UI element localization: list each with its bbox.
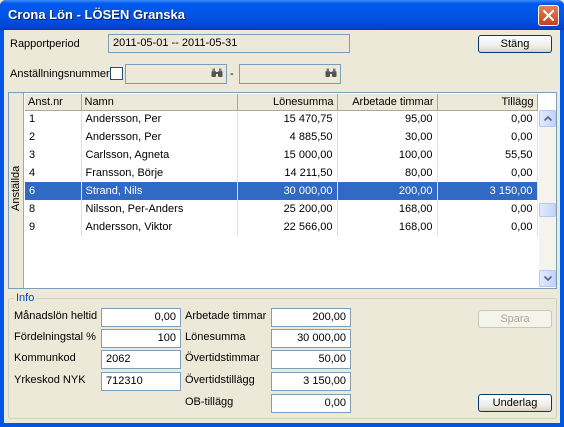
chevron-down-icon xyxy=(543,276,552,281)
table-cell: 9 xyxy=(25,218,82,236)
salary-sum-field[interactable]: 30 000,00 xyxy=(271,329,351,348)
period-field: 2011-05-01 -- 2011-05-31 xyxy=(108,34,350,53)
occupation-code-field[interactable]: 712310 xyxy=(101,372,181,391)
period-label: Rapportperiod xyxy=(10,38,80,50)
table-row[interactable]: 2 Andersson, Per 4 885,50 30,00 0,00 xyxy=(25,128,538,146)
ob-supplement-label: OB-tillägg xyxy=(185,396,234,408)
table-cell: 14 211,50 xyxy=(237,164,338,182)
employee-to-field[interactable] xyxy=(239,64,341,84)
employee-range-checkbox[interactable] xyxy=(110,67,123,80)
table-cell: 8 xyxy=(25,200,82,218)
monthly-salary-label: Månadslön heltid xyxy=(14,310,98,322)
info-group-title: Info xyxy=(14,292,37,304)
table-cell: 168,00 xyxy=(337,200,438,218)
distribution-field[interactable]: 100 xyxy=(101,329,181,348)
employee-grid[interactable]: Anställda Anst.nr Namn Lönesumma Arbetad… xyxy=(8,92,557,289)
table-cell: 0,00 xyxy=(437,164,538,182)
occupation-code-label: Yrkeskod NYK xyxy=(14,374,86,386)
table-cell: 200,00 xyxy=(337,182,438,200)
table-cell: 95,00 xyxy=(337,110,438,128)
table-cell: Fransson, Börje xyxy=(81,164,238,182)
table-cell: 168,00 xyxy=(337,218,438,236)
binoculars-icon[interactable] xyxy=(325,68,337,78)
window: Crona Lön - LÖSEN Granska Rapportperiod … xyxy=(0,0,564,427)
table-cell: 0,00 xyxy=(437,128,538,146)
table-cell: 25 200,00 xyxy=(237,200,338,218)
overtime-supplement-field[interactable]: 3 150,00 xyxy=(271,372,351,391)
table-cell: Strand, Nils xyxy=(81,182,238,200)
worked-hours-label: Arbetade timmar xyxy=(185,310,267,322)
table-cell: 3 150,00 xyxy=(437,182,538,200)
grid-side-header: Anställda xyxy=(9,93,24,288)
table-cell: 6 xyxy=(25,182,82,200)
table-cell: 55,50 xyxy=(437,146,538,164)
municipality-code-label: Kommunkod xyxy=(14,352,76,364)
table-cell: 0,00 xyxy=(437,218,538,236)
table-cell: 0,00 xyxy=(437,200,538,218)
table-row[interactable]: 1 Andersson, Per 15 470,75 95,00 0,00 xyxy=(25,110,538,128)
table-cell: 0,00 xyxy=(437,110,538,128)
table-cell: 4 885,50 xyxy=(237,128,338,146)
table-header-row: Anst.nr Namn Lönesumma Arbetade timmar T… xyxy=(25,94,538,111)
table-cell: 30,00 xyxy=(337,128,438,146)
scroll-up-button[interactable] xyxy=(539,110,556,127)
column-header-supplement[interactable]: Tillägg xyxy=(437,94,538,111)
employees-side-label: Anställda xyxy=(10,165,22,211)
table-row[interactable]: 4 Fransson, Börje 14 211,50 80,00 0,00 xyxy=(25,164,538,182)
table-cell: Nilsson, Per-Anders xyxy=(81,200,238,218)
monthly-salary-field[interactable]: 0,00 xyxy=(101,308,181,327)
close-window-button[interactable] xyxy=(538,5,559,26)
window-title: Crona Lön - LÖSEN Granska xyxy=(8,7,185,22)
table-cell: Carlsson, Agneta xyxy=(81,146,238,164)
close-button[interactable]: Stäng xyxy=(478,35,552,53)
employee-table: Anst.nr Namn Lönesumma Arbetade timmar T… xyxy=(25,94,538,236)
table-cell: 22 566,00 xyxy=(237,218,338,236)
municipality-code-field[interactable]: 2062 xyxy=(101,350,181,369)
table-cell: 1 xyxy=(25,110,82,128)
employee-from-field[interactable] xyxy=(125,64,227,84)
column-header-employee-nr[interactable]: Anst.nr xyxy=(25,94,82,111)
table-cell: 3 xyxy=(25,146,82,164)
scroll-thumb[interactable] xyxy=(539,203,556,217)
salary-sum-label: Lönesumma xyxy=(185,331,246,343)
table-cell: Andersson, Per xyxy=(81,110,238,128)
worked-hours-field[interactable]: 200,00 xyxy=(271,308,351,327)
client-area: Rapportperiod 2011-05-01 -- 2011-05-31 S… xyxy=(4,30,560,423)
grid-vertical-scrollbar[interactable] xyxy=(539,110,556,287)
table-cell: 2 xyxy=(25,128,82,146)
distribution-label: Fördelningstal % xyxy=(14,331,96,343)
range-separator: - xyxy=(230,68,234,80)
overtime-hours-field[interactable]: 50,00 xyxy=(271,350,351,369)
scroll-down-button[interactable] xyxy=(539,270,556,287)
table-cell: 100,00 xyxy=(337,146,438,164)
table-cell: 80,00 xyxy=(337,164,438,182)
table-cell: Andersson, Per xyxy=(81,128,238,146)
table-cell: 30 000,00 xyxy=(237,182,338,200)
table-row[interactable]: 8 Nilsson, Per-Anders 25 200,00 168,00 0,00 xyxy=(25,200,538,218)
employee-number-label: Anställningsnummer xyxy=(10,68,110,80)
binoculars-icon[interactable] xyxy=(211,68,223,78)
column-header-salary-sum[interactable]: Lönesumma xyxy=(237,94,338,111)
table-row[interactable]: 3 Carlsson, Agneta 15 000,00 100,00 55,50 xyxy=(25,146,538,164)
chevron-up-icon xyxy=(543,116,552,121)
table-row[interactable]: 9 Andersson, Viktor 22 566,00 168,00 0,00 xyxy=(25,218,538,236)
overtime-hours-label: Övertidstimmar xyxy=(185,352,260,364)
table-cell: 4 xyxy=(25,164,82,182)
ob-supplement-field[interactable]: 0,00 xyxy=(271,394,351,413)
table-row[interactable]: 6 Strand, Nils 30 000,00 200,00 3 150,00 xyxy=(25,182,538,200)
column-header-worked-hours[interactable]: Arbetade timmar xyxy=(337,94,438,111)
column-header-name[interactable]: Namn xyxy=(81,94,238,111)
overtime-supplement-label: Övertidstillägg xyxy=(185,374,255,386)
close-icon xyxy=(543,10,554,21)
table-cell: 15 470,75 xyxy=(237,110,338,128)
table-cell: Andersson, Viktor xyxy=(81,218,238,236)
table-cell: 15 000,00 xyxy=(237,146,338,164)
basis-button[interactable]: Underlag xyxy=(478,394,552,412)
title-bar[interactable]: Crona Lön - LÖSEN Granska xyxy=(0,0,564,30)
save-button[interactable]: Spara xyxy=(478,310,552,328)
